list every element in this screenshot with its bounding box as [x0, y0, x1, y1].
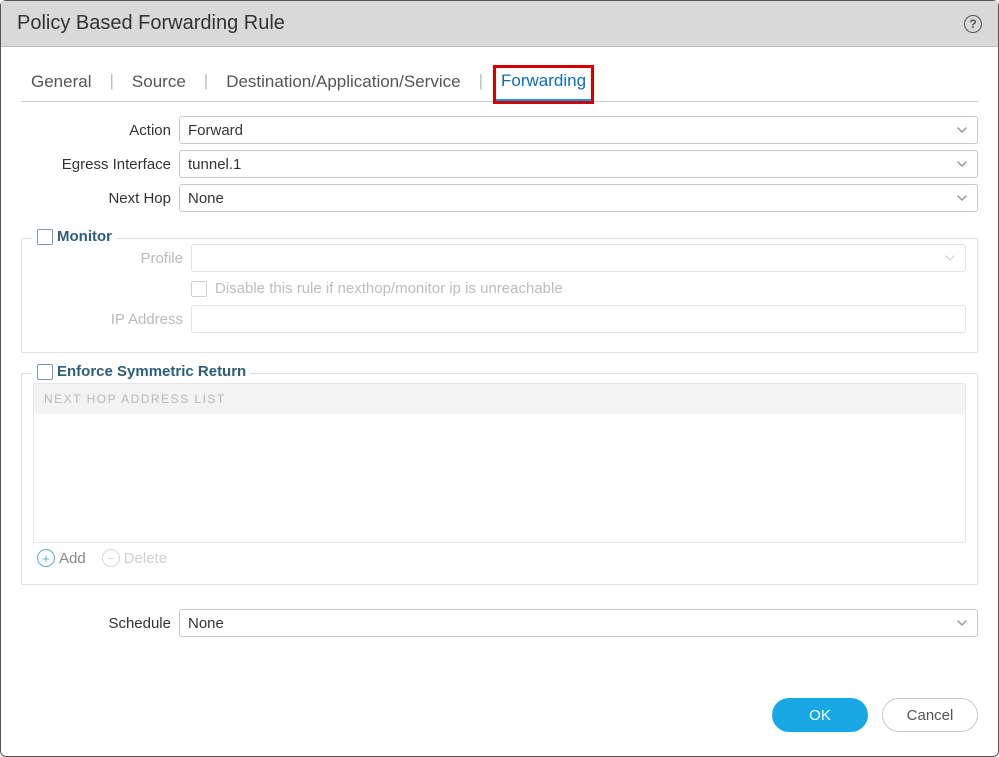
dialog-content: General | Source | Destination/Applicati… — [1, 47, 998, 682]
checkbox-symmetric[interactable] — [37, 364, 53, 380]
chevron-down-icon — [955, 616, 969, 630]
label-schedule: Schedule — [21, 615, 179, 632]
checkbox-monitor[interactable] — [37, 229, 53, 245]
tab-source[interactable]: Source — [126, 68, 192, 100]
row-schedule: Schedule None — [21, 609, 978, 637]
tab-separator: | — [467, 71, 495, 97]
input-ip-address — [191, 305, 966, 333]
row-action: Action Forward — [21, 116, 978, 144]
row-disable-rule: Disable this rule if nexthop/monitor ip … — [191, 280, 966, 297]
tab-destination[interactable]: Destination/Application/Service — [220, 68, 466, 100]
select-action-value: Forward — [188, 122, 243, 139]
monitor-legend-text: Monitor — [57, 228, 112, 245]
symmetric-group: Enforce Symmetric Return NEXT HOP ADDRES… — [21, 363, 978, 585]
nexthop-address-list-panel: NEXT HOP ADDRESS LIST — [33, 383, 966, 543]
help-icon[interactable]: ? — [964, 15, 982, 33]
label-ip-address: IP Address — [33, 311, 191, 328]
tab-separator: | — [192, 71, 220, 97]
chevron-down-icon — [943, 251, 957, 265]
chevron-down-icon — [955, 157, 969, 171]
select-schedule[interactable]: None — [179, 609, 978, 637]
chevron-down-icon — [955, 123, 969, 137]
plus-icon: + — [37, 549, 55, 567]
label-action: Action — [21, 122, 179, 139]
row-egress: Egress Interface tunnel.1 — [21, 150, 978, 178]
ok-button[interactable]: OK — [772, 698, 868, 732]
cancel-button[interactable]: Cancel — [882, 698, 978, 732]
monitor-group: Monitor Profile Disable this rule if nex… — [21, 228, 978, 353]
tab-forwarding[interactable]: Forwarding — [495, 67, 592, 102]
dialog-title: Policy Based Forwarding Rule — [17, 12, 285, 35]
symmetric-legend: Enforce Symmetric Return — [33, 363, 250, 380]
select-nexthop-value: None — [188, 190, 224, 207]
select-nexthop[interactable]: None — [179, 184, 978, 212]
row-ip-address: IP Address — [33, 305, 966, 333]
checkbox-disable-rule — [191, 281, 207, 297]
delete-button-label: Delete — [124, 550, 167, 567]
tab-bar: General | Source | Destination/Applicati… — [21, 63, 978, 102]
chevron-down-icon — [955, 191, 969, 205]
select-egress[interactable]: tunnel.1 — [179, 150, 978, 178]
row-profile: Profile — [33, 244, 966, 272]
add-button-label: Add — [59, 550, 86, 567]
label-disable-rule: Disable this rule if nexthop/monitor ip … — [215, 280, 563, 297]
label-egress: Egress Interface — [21, 156, 179, 173]
row-nexthop: Next Hop None — [21, 184, 978, 212]
label-profile: Profile — [33, 250, 191, 267]
form-area: Action Forward Egress Interface tunnel.1… — [21, 116, 978, 682]
nexthop-list-toolbar: + Add − Delete — [33, 543, 966, 573]
add-button[interactable]: + Add — [37, 549, 86, 567]
tab-general[interactable]: General — [25, 68, 97, 100]
monitor-legend: Monitor — [33, 228, 116, 245]
dialog-titlebar: Policy Based Forwarding Rule ? — [1, 1, 998, 47]
dialog-footer: OK Cancel — [1, 682, 998, 756]
select-profile — [191, 244, 966, 272]
select-egress-value: tunnel.1 — [188, 156, 241, 173]
minus-icon: − — [102, 549, 120, 567]
tab-separator: | — [97, 71, 125, 97]
select-action[interactable]: Forward — [179, 116, 978, 144]
nexthop-address-list-header: NEXT HOP ADDRESS LIST — [34, 384, 965, 414]
delete-button: − Delete — [102, 549, 167, 567]
select-schedule-value: None — [188, 615, 224, 632]
symmetric-legend-text: Enforce Symmetric Return — [57, 363, 246, 380]
nexthop-address-list-body — [34, 414, 965, 542]
label-nexthop: Next Hop — [21, 190, 179, 207]
